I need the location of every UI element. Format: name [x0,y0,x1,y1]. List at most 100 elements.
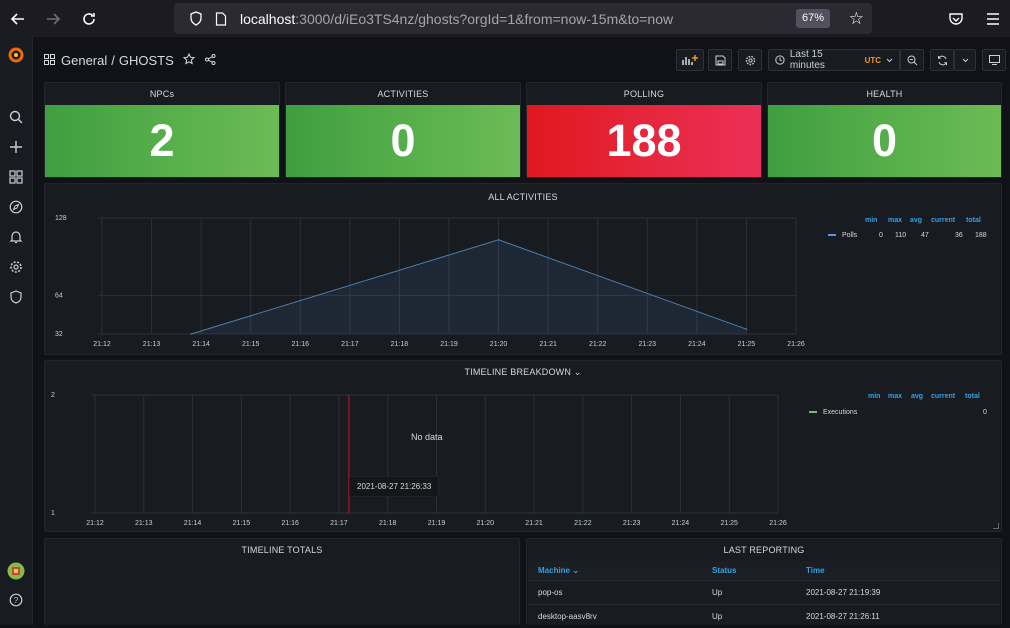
timeline-breakdown-chart[interactable]: 21:12 21:13 21:14 21:15 21:16 21:17 21:18 21:19… [45,383,815,533]
x-tick-label: 21:19 [440,341,458,348]
table-row[interactable]: pop-os Up 2021-08-27 21:19:39 [528,580,1000,604]
stat-panel-npcs[interactable]: NPCs 2 [44,82,280,178]
series-color-swatch[interactable] [809,411,817,414]
graph-tooltip: 2021-08-27 21:26:33 [349,476,440,497]
panel-resize-handle[interactable] [993,523,999,529]
zoom-out-time-button[interactable] [900,49,924,71]
forward-button[interactable] [35,0,71,37]
pocket-icon[interactable] [946,9,966,29]
table-row[interactable]: desktop-aasv8rv Up 2021-08-27 21:26:11 [528,604,1000,628]
series-point [190,333,193,335]
legend-header-current[interactable]: current [931,393,955,400]
share-icon[interactable] [204,53,216,68]
x-tick-label: 21:16 [292,341,310,348]
all-activities-chart[interactable]: 21:12 21:13 21:14 21:15 21:16 21:17 21:18 21:19… [45,206,815,356]
timeline-totals-panel[interactable]: TIMELINE TOTALS [44,538,520,625]
timezone-badge: UTC [864,55,882,65]
back-button[interactable] [0,0,36,37]
stat-panel-polling[interactable]: POLLING 188 [526,82,762,178]
column-header-status[interactable]: Status [712,561,736,579]
column-header-machine[interactable]: Machine ⌄ [538,561,579,579]
legend-header-max[interactable]: max [888,393,902,400]
add-panel-button[interactable] [676,49,704,71]
panel-title[interactable]: NPCs [45,83,279,105]
dashboard-title[interactable]: GHOSTS [119,53,174,68]
x-tick-label: 21:24 [672,520,690,527]
x-tick-label: 21:25 [720,520,738,527]
no-data-message: No data [411,432,443,442]
x-tick-label: 21:24 [688,341,706,348]
alerting-bell-icon[interactable] [5,226,27,248]
url-text[interactable]: localhost:3000/d/iEo3TS4nz/ghosts?orgId=… [240,11,673,27]
page-info-icon[interactable] [210,11,232,26]
breadcrumb-folder[interactable]: General [61,53,107,68]
reload-button[interactable] [71,0,107,37]
server-admin-shield-icon[interactable] [5,286,27,308]
column-label: Machine [538,565,571,575]
x-tick-label: 21:18 [391,341,409,348]
y-tick-label: 128 [55,215,67,222]
legend-series-polls[interactable]: Polls [828,232,857,239]
panel-title[interactable]: TIMELINE TOTALS [45,539,519,561]
panel-title[interactable]: LAST REPORTING [527,539,1001,561]
explore-compass-icon[interactable] [5,196,27,218]
legend-header-total[interactable]: total [965,393,980,400]
panel-title[interactable]: TIMELINE BREAKDOWN ⌄ [45,361,1001,383]
legend-header-current[interactable]: current [931,217,955,224]
legend-max-value: 110 [895,232,907,239]
save-dashboard-button[interactable] [708,49,732,71]
url-path: :3000/d/iEo3TS4nz/ghosts?orgId=1&from=no… [295,10,674,27]
stat-panel-activities[interactable]: ACTIVITIES 0 [285,82,521,178]
legend-header-min[interactable]: min [865,217,877,224]
stat-value: 188 [527,105,761,177]
x-tick-label: 21:15 [242,341,260,348]
series-color-swatch[interactable] [828,234,836,237]
bookmark-star-icon[interactable]: ☆ [849,9,864,28]
hamburger-menu-icon[interactable] [983,9,1003,29]
address-bar[interactable]: localhost:3000/d/iEo3TS4nz/ghosts?orgId=… [174,3,872,34]
user-avatar[interactable] [5,560,27,582]
legend-header-min[interactable]: min [868,393,880,400]
search-icon[interactable] [5,106,27,128]
refresh-interval-dropdown[interactable] [954,49,976,71]
cell-machine: pop-os [538,588,563,597]
legend-header-avg[interactable]: avg [911,393,923,400]
panel-title[interactable]: ALL ACTIVITIES [45,186,1001,208]
dashboard-settings-button[interactable] [738,49,762,71]
help-icon[interactable]: ? [5,589,27,611]
time-range-picker[interactable]: Last 15 minutes UTC [768,49,900,71]
y-tick-label: 64 [55,292,63,299]
panel-title[interactable]: POLLING [527,83,761,105]
legend-header-max[interactable]: max [888,217,902,224]
panel-title[interactable]: HEALTH [768,83,1001,105]
legend-header-avg[interactable]: avg [910,217,922,224]
configuration-gear-icon[interactable] [5,256,27,278]
create-plus-icon[interactable] [5,136,27,158]
legend-series-name: Executions [823,409,858,416]
legend-series-executions[interactable]: Executions [809,409,857,416]
all-activities-panel[interactable]: ALL ACTIVITIES 21:12 21:13 21:14 21:15 21:16… [44,183,1002,355]
legend-header-total[interactable]: total [966,217,981,224]
zoom-level-badge[interactable]: 67% [795,9,830,28]
x-tick-label: 21:13 [135,520,153,527]
sidebar: ? [0,37,33,625]
monitor-icon [988,55,1000,65]
column-header-time[interactable]: Time [806,561,825,579]
refresh-button[interactable] [930,49,954,71]
chevron-down-icon [962,58,968,62]
view-mode-button[interactable] [982,49,1006,71]
x-tick-label: 21:14 [184,520,202,527]
cell-time: 2021-08-27 21:19:39 [806,588,881,597]
last-reporting-panel[interactable]: LAST REPORTING Machine ⌄ Status Time pop… [526,538,1002,625]
grafana-logo-icon[interactable] [5,44,27,66]
panel-title[interactable]: ACTIVITIES [286,83,520,105]
arrow-left-icon [10,12,24,25]
timeline-breakdown-panel[interactable]: TIMELINE BREAKDOWN ⌄ 21:12 21:13 21:14 21:1… [44,360,1002,532]
favorite-star-icon[interactable] [182,52,195,68]
url-host: localhost [240,10,296,27]
stat-panel-health[interactable]: HEALTH 0 [767,82,1002,178]
tracking-shield-icon[interactable] [182,11,210,26]
cell-status: Up [712,588,723,597]
dashboards-grid-icon[interactable] [5,166,27,188]
series-area-fill [191,239,747,334]
